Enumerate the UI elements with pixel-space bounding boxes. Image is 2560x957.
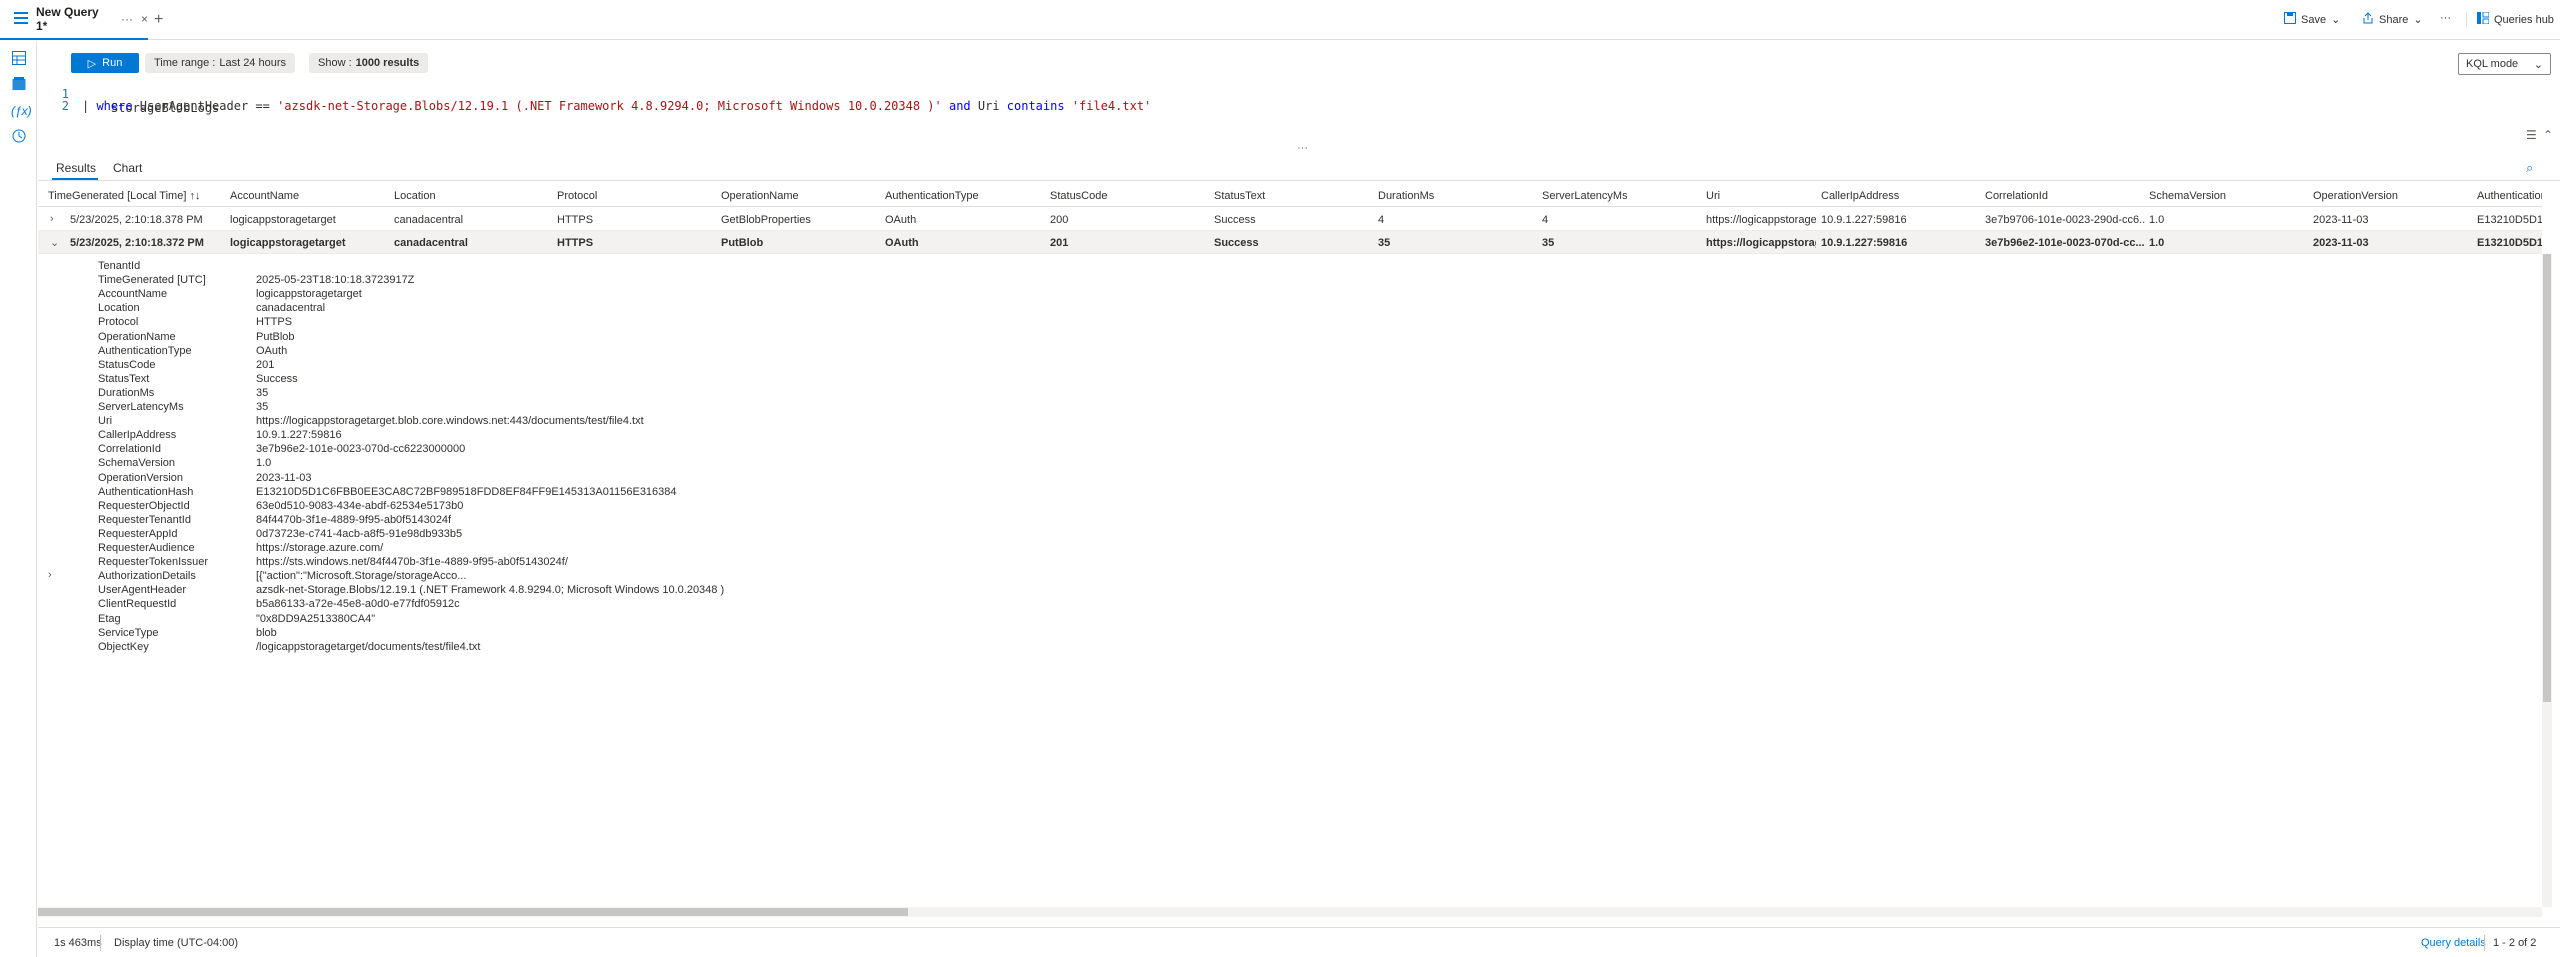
display-time-button[interactable]: Display time (UTC-04:00): [114, 937, 238, 949]
query-tab-bar: New Query 1* ··· × + Save ⌄ Share ⌄ ··· …: [0, 0, 2560, 40]
tab-results[interactable]: Results: [56, 161, 96, 175]
chevron-down-icon[interactable]: ⌄: [50, 236, 59, 249]
column-header[interactable]: OperationVersion: [2313, 190, 2398, 202]
share-label: Share: [2379, 13, 2409, 26]
search-icon[interactable]: ⌕: [2526, 160, 2533, 176]
save-button[interactable]: Save ⌄: [2284, 12, 2340, 27]
tab-close-button[interactable]: ×: [141, 12, 148, 26]
chevron-down-icon: ⌄: [2533, 58, 2543, 71]
pane-splitter[interactable]: ···: [1297, 142, 1308, 154]
run-button[interactable]: ▷ Run: [71, 53, 139, 73]
kql-mode-select[interactable]: KQL mode ⌄: [2458, 53, 2551, 75]
column-header[interactable]: CallerIpAddress: [1821, 190, 1899, 202]
show-value: 1000 results: [355, 57, 420, 69]
time-range-label: Time range :: [154, 57, 216, 69]
active-tab-indicator: [52, 178, 98, 180]
add-tab-button[interactable]: +: [154, 11, 163, 29]
queries-icon[interactable]: [11, 77, 27, 93]
status-bar: 1s 463ms Display time (UTC-04:00) Query …: [38, 927, 2560, 957]
result-limit-picker[interactable]: Show : 1000 results: [309, 53, 429, 73]
share-icon: [2362, 12, 2374, 27]
chevron-down-icon: ⌄: [2413, 14, 2423, 26]
queries-hub-label: Queries hub: [2494, 13, 2554, 26]
column-header[interactable]: AccountName: [230, 190, 299, 202]
pager-text: 1 - 2 of 2: [2493, 937, 2537, 949]
sort-icon: ↑↓: [189, 190, 201, 202]
query-duration: 1s 463ms: [54, 937, 102, 949]
column-header[interactable]: CorrelationId: [1985, 190, 2048, 202]
queries-hub-button[interactable]: Queries hub: [2466, 11, 2554, 27]
results-grid: TimeGenerated [Local Time] ↑↓ AccountNam…: [38, 185, 2542, 907]
queries-hub-icon: [2477, 11, 2490, 27]
detail-row: ObjectKey/logicappstoragetarget/document…: [38, 635, 2542, 658]
detail-value: /logicappstoragetarget/documents/test/fi…: [256, 640, 481, 653]
column-header[interactable]: OperationName: [721, 190, 799, 202]
column-header[interactable]: AuthenticationType: [885, 190, 979, 202]
line-number: 2: [61, 99, 69, 113]
column-header[interactable]: Uri: [1706, 190, 1720, 202]
column-header[interactable]: StatusText: [1214, 190, 1265, 202]
query-details-link[interactable]: Query details: [2421, 937, 2486, 949]
column-header[interactable]: Protocol: [557, 190, 597, 202]
column-header[interactable]: AuthenticationH: [2477, 190, 2542, 202]
query-editor-icon: [14, 11, 28, 27]
column-header[interactable]: Location: [394, 190, 436, 202]
query-history-icon[interactable]: [11, 129, 27, 145]
column-header[interactable]: TimeGenerated [Local Time] ↑↓: [48, 190, 200, 202]
time-range-picker[interactable]: Time range : Last 24 hours: [145, 53, 295, 73]
chevron-down-icon: ⌄: [2331, 14, 2341, 26]
query-tab-title: New Query 1*: [36, 5, 99, 33]
chevron-right-icon[interactable]: ›: [50, 213, 54, 225]
collapse-editor-icon[interactable]: ⌃: [2543, 128, 2553, 142]
tables-icon[interactable]: [11, 51, 27, 67]
grid-header: TimeGenerated [Local Time] ↑↓ AccountNam…: [38, 185, 2542, 207]
horizontal-scrollbar-thumb[interactable]: [38, 908, 908, 916]
column-header[interactable]: DurationMs: [1378, 190, 1434, 202]
column-header[interactable]: SchemaVersion: [2149, 190, 2226, 202]
functions-icon[interactable]: (ƒx): [11, 103, 32, 119]
footer-divider: [2484, 935, 2485, 951]
left-rail: (ƒx): [0, 41, 37, 957]
play-icon: ▷: [87, 57, 97, 70]
table-row-expanded[interactable]: ⌄ 5/23/2025, 2:10:18.372 PM logicappstor…: [38, 231, 2542, 254]
save-icon: [2284, 12, 2296, 27]
time-range-value: Last 24 hours: [219, 57, 286, 69]
query-line-2: | where UserAgentHeader == 'azsdk-net-St…: [82, 99, 1152, 113]
results-divider: [38, 180, 2560, 181]
footer-divider: [100, 935, 101, 951]
kql-mode-value: KQL mode: [2466, 58, 2519, 70]
tab-more-button[interactable]: ···: [121, 12, 133, 26]
column-header[interactable]: StatusCode: [1050, 190, 1107, 202]
run-label: Run: [102, 57, 123, 69]
save-label: Save: [2301, 13, 2327, 26]
tab-chart[interactable]: Chart: [113, 161, 142, 175]
wrap-lines-icon[interactable]: ☰: [2526, 128, 2537, 142]
more-options-button[interactable]: ···: [2440, 12, 2451, 24]
query-tab[interactable]: New Query 1* ··· ×: [0, 0, 148, 40]
share-button[interactable]: Share ⌄: [2362, 12, 2423, 27]
table-row[interactable]: › 5/23/2025, 2:10:18.378 PM logicappstor…: [38, 208, 2542, 231]
vertical-scrollbar-thumb[interactable]: [2543, 254, 2551, 702]
show-label: Show :: [318, 57, 352, 69]
detail-key: ObjectKey: [98, 640, 149, 653]
column-header[interactable]: ServerLatencyMs: [1542, 190, 1628, 202]
